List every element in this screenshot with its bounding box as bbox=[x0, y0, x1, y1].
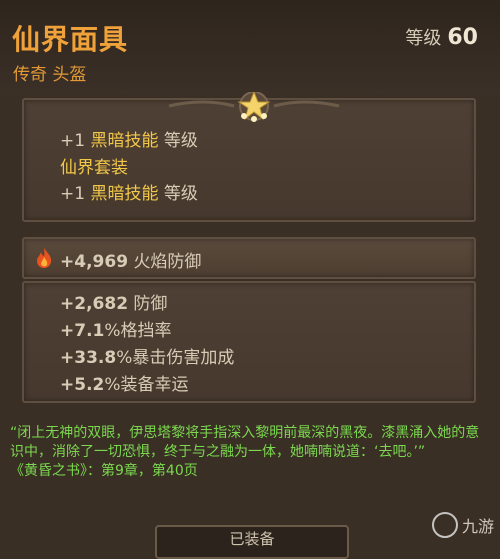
lore-source: 《黄昏之书》：第9章，第40页 bbox=[10, 463, 198, 479]
stat-label: 防御 bbox=[128, 294, 168, 314]
stat-value: +2,682 bbox=[60, 294, 129, 314]
level-value: 60 bbox=[447, 25, 478, 50]
stat-line: +5.2%装备幸运 bbox=[60, 370, 189, 395]
watermark: 九游 bbox=[431, 512, 494, 538]
affix-1-value: +1 bbox=[60, 131, 91, 151]
item-header: 仙界面具 传奇 头盔 等级 60 bbox=[0, 0, 500, 95]
affix-1-skill: 黑暗技能 bbox=[90, 131, 159, 151]
item-rarity-slot: 传奇 头盔 bbox=[13, 65, 87, 85]
stat-line: +2,682 防御 bbox=[60, 289, 167, 314]
stat-value: +33.8 bbox=[60, 348, 117, 368]
level-label: 等级 bbox=[405, 28, 442, 49]
primary-stat-line: +4,969 火焰防御 bbox=[60, 247, 201, 272]
star-rank-icon bbox=[168, 92, 340, 122]
affix-line-1: +1 黑暗技能 等级 bbox=[60, 126, 198, 151]
primary-stat-label: 火焰防御 bbox=[133, 252, 202, 272]
fire-icon bbox=[37, 248, 52, 268]
stat-value: +5.2 bbox=[60, 375, 105, 395]
affix-2-skill: 黑暗技能 bbox=[90, 184, 159, 204]
affix-2-suffix: 等级 bbox=[158, 184, 198, 204]
watermark-text: 九游 bbox=[461, 517, 494, 536]
primary-stat-value: +4,969 bbox=[60, 252, 129, 272]
set-name: 仙界套装 bbox=[60, 158, 128, 178]
watermark-logo-icon bbox=[431, 512, 458, 538]
lore-quote: “闭上无神的双眼，伊思塔黎将手指深入黎明前最深的黑夜。漆黑涌入她的意识中，消除了… bbox=[10, 425, 480, 460]
stat-label: %装备幸运 bbox=[104, 375, 189, 395]
lore-text-block: “闭上无神的双眼，伊思塔黎将手指深入黎明前最深的黑夜。漆黑涌入她的意识中，消除了… bbox=[10, 424, 490, 481]
stat-label: %格挡率 bbox=[104, 321, 172, 341]
stat-line: +33.8%暴击伤害加成 bbox=[60, 343, 234, 368]
stats-panel: +2,682 防御 +7.1%格挡率 +33.8%暴击伤害加成 +5.2%装备幸… bbox=[22, 281, 476, 403]
stat-value: +7.1 bbox=[60, 321, 105, 341]
equipped-button[interactable]: 已装备 bbox=[155, 525, 349, 559]
affix-2-value: +1 bbox=[60, 184, 91, 204]
affix-panel: +1 黑暗技能 等级 仙界套装 +1 黑暗技能 等级 bbox=[22, 92, 476, 222]
stat-line: +7.1%格挡率 bbox=[60, 316, 172, 341]
affix-1-suffix: 等级 bbox=[158, 131, 198, 151]
stat-label: %暴击伤害加成 bbox=[116, 348, 235, 368]
item-level: 等级 60 bbox=[405, 24, 478, 50]
primary-stat-panel: +4,969 火焰防御 bbox=[22, 237, 476, 279]
affix-line-2: +1 黑暗技能 等级 bbox=[60, 179, 198, 204]
item-name: 仙界面具 bbox=[12, 23, 129, 56]
